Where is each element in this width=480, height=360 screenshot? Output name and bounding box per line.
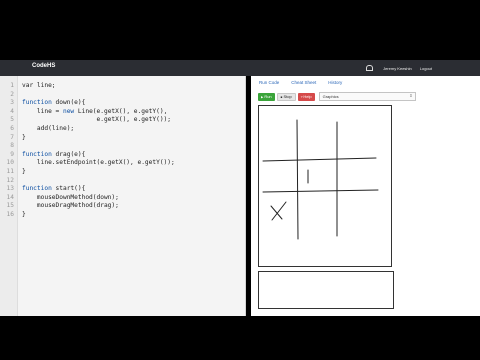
code-lines[interactable]: 1 var line; 2 3 function down(e){4 line = ne…: [0, 82, 245, 220]
code-line[interactable]: 7}: [0, 134, 245, 143]
code-line[interactable]: 9 function drag(e){: [0, 151, 245, 160]
line-number: 6: [10, 124, 14, 132]
code-text: }: [22, 168, 26, 177]
x-mark-stroke-1: [270, 205, 283, 220]
output-tabs: Run Code Cheat Sheet History: [251, 76, 480, 88]
code-keyword: function: [22, 150, 52, 158]
grid-line-vertical-left: [296, 119, 299, 240]
code-token: start(){: [51, 185, 86, 193]
code-token: e.getX(), e.getY());: [22, 116, 172, 124]
grid-line-horizontal-bottom: [262, 189, 379, 193]
code-editor[interactable]: 1 var line; 2 3 function down(e){4 line = ne…: [0, 76, 246, 316]
code-token: mouseDragMethod(drag);: [22, 202, 119, 210]
line-number: 13: [6, 185, 14, 193]
run-button-label: Run: [264, 94, 272, 99]
code-token: }: [22, 133, 26, 141]
code-line[interactable]: 1 var line;: [0, 82, 245, 91]
code-token: down(e){: [51, 99, 86, 107]
tab-history[interactable]: History: [328, 80, 342, 85]
code-token: drag(e){: [51, 150, 86, 158]
code-line[interactable]: 8: [0, 142, 245, 151]
run-button[interactable]: ▶ Run: [258, 92, 275, 101]
code-token: line =: [22, 107, 63, 115]
code-line[interactable]: 13 function start(){: [0, 185, 245, 194]
line-number: 15: [6, 202, 14, 210]
logout-link[interactable]: Logout: [420, 66, 432, 71]
line-number: 8: [10, 142, 14, 150]
code-keyword: function: [22, 185, 52, 193]
user-name-link[interactable]: Jeremy Keeshin: [383, 66, 412, 71]
code-token: Line(e.getX(), e.getY(),: [74, 107, 168, 115]
line-number: 14: [6, 193, 14, 201]
canvas-drawing: [262, 119, 379, 240]
run-toolbar: ▶ Run ■ Stop ? Help Graphics ⇕: [258, 92, 416, 101]
select-arrows-icon: ⇕: [409, 93, 413, 98]
tab-cheat-sheet[interactable]: Cheat Sheet: [291, 80, 316, 85]
line-number: 12: [6, 176, 14, 184]
code-line[interactable]: 5 e.getX(), e.getY());: [0, 116, 245, 125]
help-icon: ?: [300, 94, 303, 99]
code-line[interactable]: 11}: [0, 168, 245, 177]
code-text: function start(){: [22, 185, 85, 194]
line-number: 9: [10, 150, 14, 158]
top-nav-bar: CodeHS Jeremy Keeshin Logout: [0, 60, 480, 76]
code-text: }: [22, 211, 26, 220]
code-line[interactable]: 6 add(line);: [0, 125, 245, 134]
code-text: var line;: [22, 82, 56, 91]
line-number: 16: [6, 210, 14, 218]
code-line[interactable]: 4 line = new Line(e.getX(), e.getY(),: [0, 108, 245, 117]
line-number: 7: [10, 133, 14, 141]
code-line[interactable]: 12: [0, 177, 245, 186]
code-text: add(line);: [22, 125, 74, 134]
help-button[interactable]: ? Help: [297, 92, 315, 101]
line-number: 1: [10, 82, 14, 89]
code-token: }: [22, 167, 26, 175]
stop-button-label: Stop: [283, 94, 292, 99]
code-line[interactable]: 14 mouseDownMethod(down);: [0, 194, 245, 203]
code-text: function drag(e){: [22, 151, 85, 160]
tab-run-code[interactable]: Run Code: [259, 80, 279, 85]
line-number: 3: [10, 99, 14, 107]
code-line[interactable]: 10 line.setEndpoint(e.getX(), e.getY());: [0, 159, 245, 168]
output-mode-value: Graphics: [322, 94, 339, 99]
stop-icon: ■: [280, 94, 283, 99]
user-icon: [366, 65, 374, 71]
line-number: 5: [10, 116, 14, 124]
code-keyword: new: [62, 107, 75, 115]
code-keyword: function: [22, 99, 52, 107]
codehs-logo[interactable]: CodeHS: [32, 63, 55, 69]
output-mode-select[interactable]: Graphics ⇕: [318, 92, 416, 101]
code-line[interactable]: 15 mouseDragMethod(drag);: [0, 202, 245, 211]
code-line[interactable]: 2: [0, 91, 245, 100]
code-text: mouseDragMethod(drag);: [22, 202, 119, 211]
code-text: function down(e){: [22, 99, 85, 108]
code-token: mouseDownMethod(down);: [22, 193, 119, 201]
code-text: line.setEndpoint(e.getX(), e.getY());: [22, 159, 175, 168]
code-token: line.setEndpoint(e.getX(), e.getY());: [22, 159, 175, 167]
code-token: }: [22, 210, 26, 218]
code-line[interactable]: 3 function down(e){: [0, 99, 245, 108]
code-text: mouseDownMethod(down);: [22, 194, 119, 203]
line-number: 10: [6, 159, 14, 167]
output-panel: Run Code Cheat Sheet History ▶ Run ■ Sto…: [251, 76, 480, 316]
console-output: [258, 271, 394, 309]
code-text: line = new Line(e.getX(), e.getY(),: [22, 108, 167, 117]
line-number: 4: [10, 107, 14, 115]
x-mark-stroke-2: [271, 201, 287, 221]
user-area: Jeremy Keeshin Logout: [366, 60, 432, 76]
code-text: e.getX(), e.getY());: [22, 116, 172, 125]
code-text: }: [22, 134, 26, 143]
help-button-label: Help: [303, 94, 312, 99]
graphics-canvas[interactable]: [258, 105, 392, 267]
grid-line-horizontal-top: [262, 157, 377, 162]
code-line[interactable]: 16}: [0, 211, 245, 220]
play-icon: ▶: [261, 94, 264, 99]
code-token: add(line);: [22, 124, 75, 132]
code-token: var line;: [22, 82, 56, 89]
line-number: 11: [6, 167, 14, 175]
line-number: 2: [10, 90, 14, 98]
stop-button[interactable]: ■ Stop: [276, 92, 296, 101]
